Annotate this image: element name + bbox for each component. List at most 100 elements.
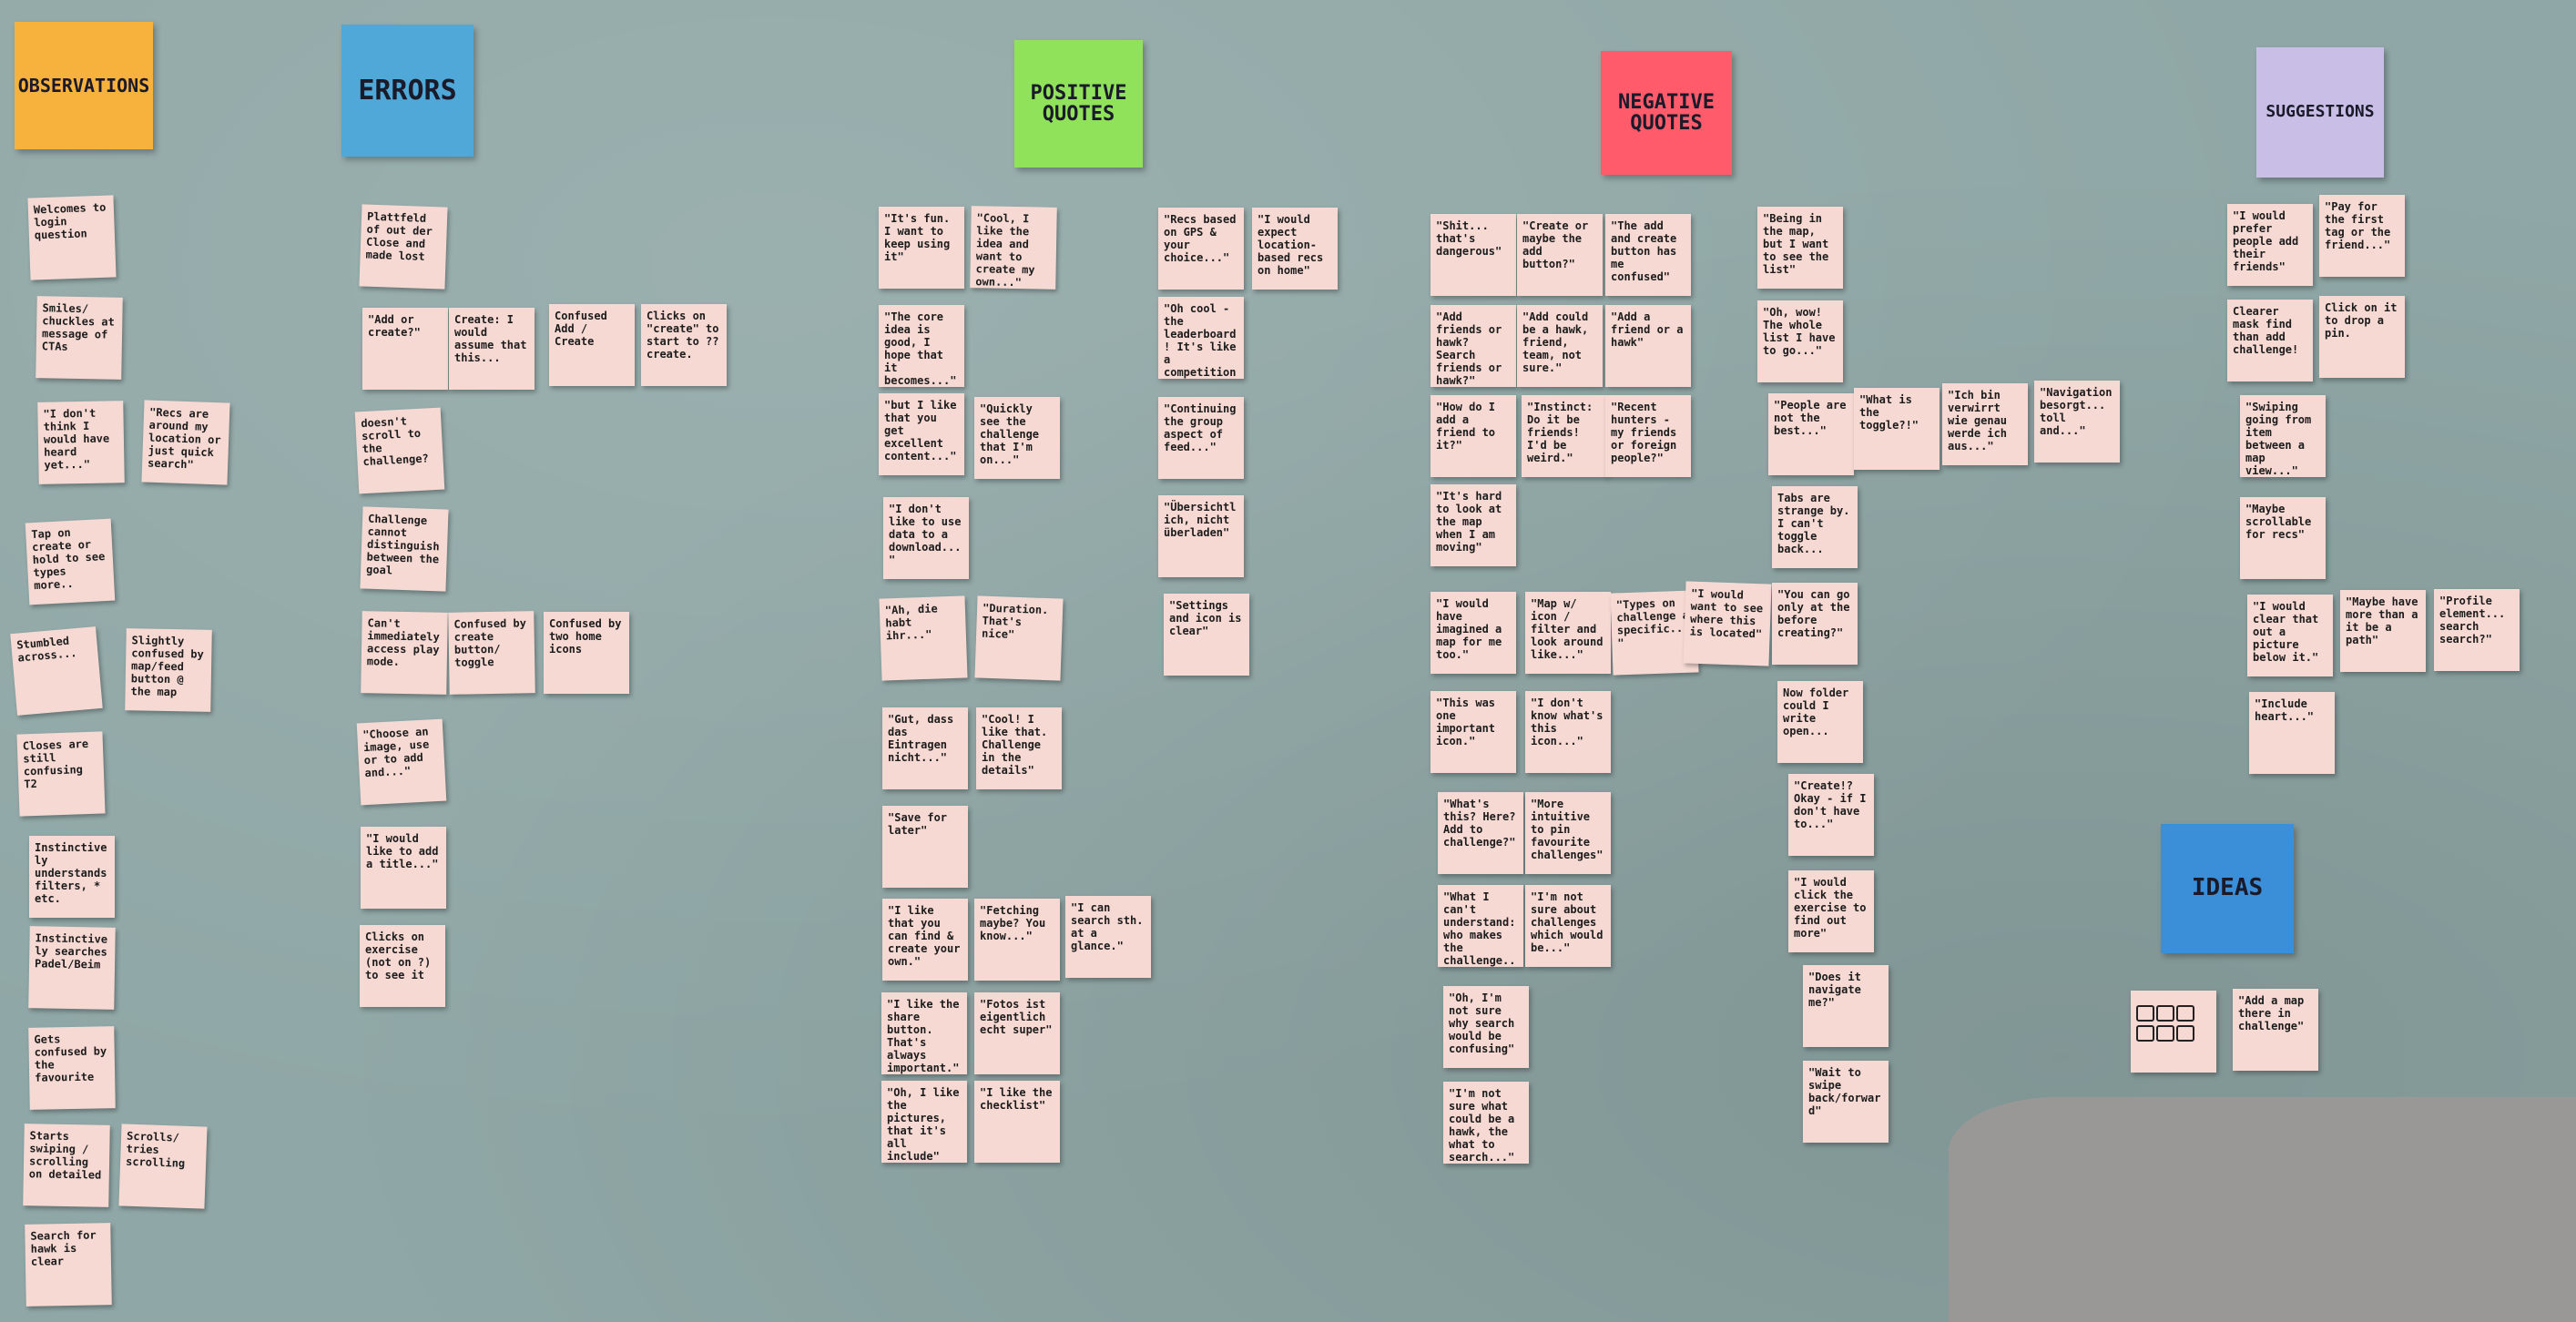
- sticky-note: Click on it to drop a pin.: [2319, 296, 2405, 378]
- note-text: "The add and create button has me confus…: [1611, 219, 1677, 283]
- note-text: Can't immediately access play mode.: [366, 616, 440, 668]
- sticky-note: "Übersichtlich, nicht überladen": [1158, 495, 1244, 577]
- note-text: "What is the toggle?!": [1859, 393, 1919, 432]
- note-text: "Swiping going from item between a map v…: [2245, 401, 2312, 477]
- sticky-note: Stumbled across...: [10, 626, 103, 716]
- note-text: "Fotos ist eigentlich echt super": [980, 998, 1053, 1036]
- note-text: Tap on create or hold to see types more.…: [31, 525, 106, 593]
- note-text: "Recs are around my location or just qui…: [147, 405, 221, 472]
- sticky-note: "I would clear that out a picture below …: [2247, 595, 2333, 676]
- sticky-note: "I would want to see where this is locat…: [1683, 581, 1772, 666]
- note-text: "I would click the exercise to find out …: [1794, 876, 1867, 940]
- note-text: "Ich bin verwirrt wie genau werde ich au…: [1948, 389, 2008, 453]
- sticky-note: Tabs are strange by. I can't toggle back…: [1772, 486, 1858, 568]
- note-text: "Übersichtlich, nicht überladen": [1164, 501, 1237, 539]
- sticky-note: "Pay for the first tag or the friend...": [2319, 195, 2405, 277]
- sticky-note: "Maybe have more than a it be a path": [2340, 590, 2426, 672]
- note-text: "Being in the map, but I want to see the…: [1763, 212, 1829, 276]
- sticky-note: "Fetching maybe? You know...": [974, 899, 1060, 981]
- sticky-note: "Recent hunters - my friends or foreign …: [1605, 395, 1691, 477]
- sticky-note: "I like that you can find & create your …: [882, 899, 968, 981]
- sticky-note: "Add friends or hawk? Search friends or …: [1431, 305, 1516, 387]
- sticky-note: "Shit... that's dangerous": [1431, 214, 1516, 296]
- sticky-note: "Duration. That's nice": [974, 595, 1064, 681]
- note-text: Clearer mask find than add challenge!: [2233, 305, 2299, 356]
- note-text: "I would clear that out a picture below …: [2253, 600, 2319, 664]
- note-text: "Shit... that's dangerous": [1436, 219, 1502, 258]
- sticky-note: "Instinct: Do it be friends! I'd be weir…: [1522, 395, 1607, 477]
- sticky-note: "Settings and icon is clear": [1164, 594, 1249, 676]
- sticky-note: "Recs are around my location or just qui…: [141, 400, 230, 485]
- floor-area: [1949, 1097, 2576, 1322]
- sticky-note: "Profile element... search search?": [2434, 589, 2520, 671]
- note-text: "Add a map there in challenge": [2238, 994, 2305, 1032]
- note-text: "Pay for the first tag or the friend...": [2325, 200, 2391, 251]
- note-text: "Oh, I'm not sure why search would be co…: [1449, 992, 1515, 1055]
- sticky-note: "Create!? Okay - if I don't have to...": [1788, 774, 1874, 856]
- note-text: "Fetching maybe? You know...": [980, 904, 1046, 942]
- note-text: "I would have imagined a map for me too.…: [1436, 597, 1502, 661]
- sticky-note: "Maybe scrollable for recs": [2240, 497, 2326, 579]
- sticky-note: "Include heart...": [2249, 692, 2335, 774]
- note-text: "Add or create?": [368, 313, 421, 339]
- sticky-note: Clicks on "create" to start to ?? create…: [641, 304, 727, 386]
- note-text: Stumbled across...: [15, 634, 77, 665]
- note-text: "Oh cool - the leaderboard! It's like a …: [1164, 302, 1237, 379]
- sticky-note: "Continuing the group aspect of feed...": [1158, 397, 1244, 479]
- note-text: Closes are still confusing T2: [22, 737, 89, 791]
- note-text: "Instinct: Do it be friends! I'd be weir…: [1527, 401, 1593, 464]
- header-negative-quotes: NEGATIVE QUOTES: [1601, 51, 1732, 175]
- note-text: "Oh, I like the pictures, that it's all …: [887, 1086, 960, 1163]
- sticky-note: "Oh, wow! The whole list I have to go...…: [1757, 300, 1843, 382]
- sticky-note: Confused by create button/ toggle: [448, 611, 535, 695]
- header-suggestions: SUGGESTIONS: [2256, 47, 2384, 178]
- note-text: "Gut, dass das Eintragen nicht...": [888, 713, 954, 764]
- note-text: "Create!? Okay - if I don't have to...": [1794, 779, 1867, 830]
- note-text: "The core idea is good, I hope that it b…: [884, 310, 957, 387]
- note-text: Welcomes to login question: [33, 200, 107, 242]
- sticky-note: "Map w/ icon / filter and look around li…: [1525, 592, 1611, 674]
- sticky-note: "Add could be a hawk, friend, team, not …: [1517, 305, 1603, 387]
- sticky-note: "It's fun. I want to keep using it": [879, 207, 964, 289]
- note-text: "I'm not sure what could be a hawk, the …: [1449, 1087, 1515, 1164]
- sticky-note: "but I like that you get excellent conte…: [879, 393, 964, 475]
- sticky-note: "I don't like to use data to a download.…: [883, 497, 969, 579]
- sticky-note: Slightly confused by map/feed button @ t…: [125, 628, 212, 712]
- note-text: Create: I would assume that this...: [454, 313, 527, 364]
- sticky-note: "Quickly see the challenge that I'm on..…: [974, 397, 1060, 479]
- sticky-note: "I like the checklist": [974, 1081, 1060, 1163]
- sticky-note: "Fotos ist eigentlich echt super": [974, 992, 1060, 1074]
- sticky-note: "I would prefer people add their friends…: [2227, 204, 2313, 286]
- note-text: Instinctively understands filters, * etc…: [35, 841, 107, 905]
- sticky-note: "What I can't understand: who makes the …: [1438, 885, 1523, 967]
- sticky-note: Starts swiping / scrolling on detailed: [23, 1124, 110, 1207]
- sticky-note: [2131, 991, 2216, 1073]
- sticky-note: Instinctively searches Padel/Beim: [28, 926, 116, 1010]
- sticky-note: "I'm not sure about challenges which wou…: [1525, 885, 1611, 967]
- note-text: Smiles/ chuckles at message of CTAs: [41, 301, 115, 353]
- note-text: Tabs are strange by. I can't toggle back…: [1777, 492, 1850, 555]
- sticky-note: Tap on create or hold to see types more.…: [25, 518, 116, 605]
- note-text: "Add a friend or a hawk": [1611, 310, 1684, 349]
- note-text: "Navigation besorgt... toll and...": [2040, 386, 2113, 437]
- sticky-note: Create: I would assume that this...: [449, 308, 535, 390]
- note-text: "Choose an image, use or to add and...": [362, 725, 430, 780]
- note-text: "This was one important icon.": [1436, 697, 1496, 747]
- note-text: "Settings and icon is clear": [1169, 599, 1242, 637]
- sticky-note: Can't immediately access play mode.: [361, 611, 448, 695]
- sticky-note: Smiles/ chuckles at message of CTAs: [36, 296, 123, 380]
- note-text: Click on it to drop a pin.: [2325, 301, 2398, 340]
- sticky-note: "I don't think I would have heard yet...…: [37, 401, 125, 484]
- sticky-note: "More intuitive to pin favourite challen…: [1525, 792, 1611, 874]
- sticky-note: "Add a map there in challenge": [2233, 989, 2318, 1071]
- note-text: "Wait to swipe back/forward": [1808, 1066, 1881, 1117]
- note-text: Starts swiping / scrolling on detailed: [28, 1129, 102, 1182]
- note-text: Clicks on exercise (not on ?) to see it: [365, 930, 432, 981]
- sticky-note: "I don't know what's this icon...": [1525, 691, 1611, 773]
- note-text: Plattfeld of out der Close and made lost: [365, 209, 433, 263]
- note-text: Challenge cannot distinguish between the…: [365, 512, 440, 577]
- note-text: "I would like to add a title...": [366, 832, 439, 870]
- note-text: Instinctively searches Padel/Beim: [34, 931, 108, 971]
- sticky-note: "Oh, I'm not sure why search would be co…: [1443, 986, 1529, 1068]
- sticky-note: "I'm not sure what could be a hawk, the …: [1443, 1082, 1529, 1164]
